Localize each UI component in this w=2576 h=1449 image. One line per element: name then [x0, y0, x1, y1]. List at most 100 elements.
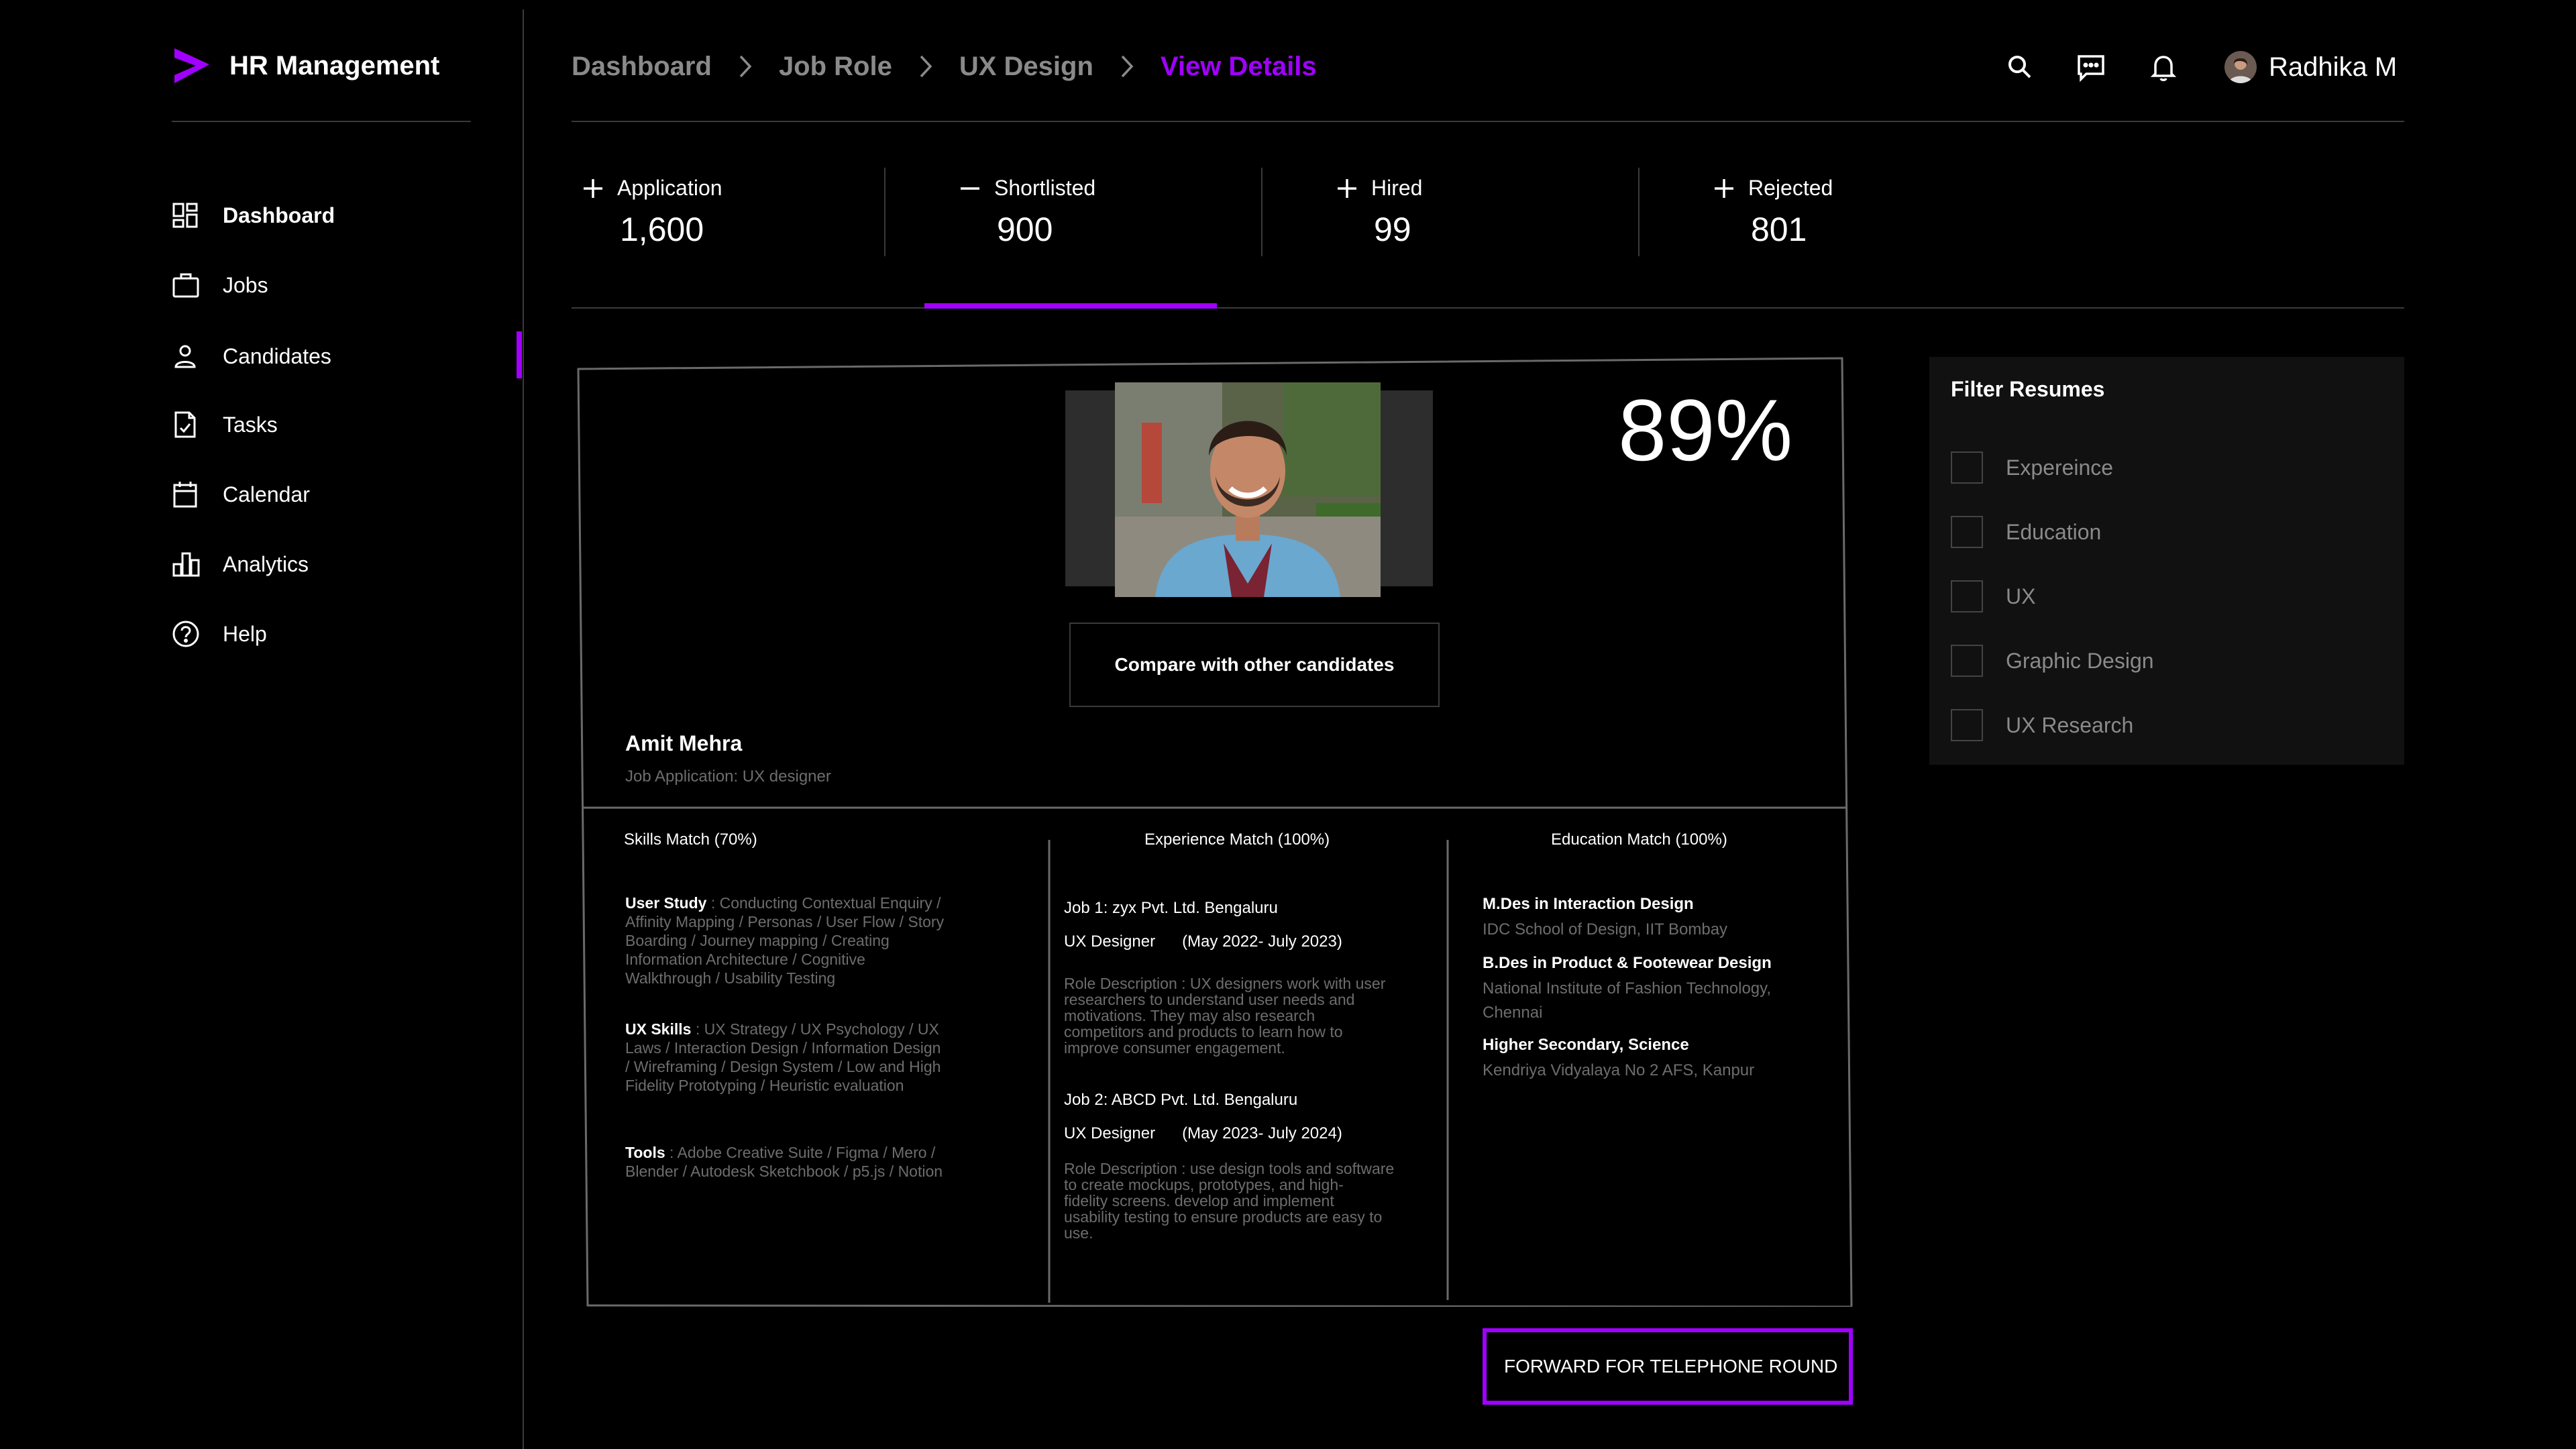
plus-icon [1712, 176, 1736, 201]
skill-group-title: Tools [625, 1144, 665, 1161]
breadcrumb-dashboard[interactable]: Dashboard [572, 52, 712, 82]
briefcase-icon [172, 272, 208, 299]
filter-label: UX Research [2006, 712, 2134, 737]
help-icon [172, 620, 208, 648]
filter-label: Graphic Design [2006, 648, 2154, 673]
job-desc-line: to create mockups, prototypes, and high- [1064, 1176, 1344, 1193]
breadcrumb: Dashboard Job Role UX Design View Detail… [572, 47, 1317, 86]
filter-label: Expereince [2006, 455, 2114, 480]
tab-rejected[interactable]: Rejected 801 [1712, 176, 1833, 256]
education-institution: IDC School of Design, IIT Bombay [1483, 920, 1728, 938]
stat-divider [884, 168, 885, 256]
job-desc-line: improve consumer engagement. [1064, 1039, 1285, 1057]
filter-title: Filter Resumes [1951, 377, 2105, 401]
sidebar-vertical-divider [523, 9, 524, 1449]
stat-label: Hired [1371, 176, 1423, 200]
avatar [2224, 51, 2257, 83]
stat-value: 900 [997, 211, 1053, 248]
breadcrumb-job-role[interactable]: Job Role [779, 52, 892, 82]
skill-line: : UX Strategy / UX Psychology / UX [691, 1020, 939, 1038]
chevron-right-icon [919, 54, 932, 78]
filter-option-graphic-design[interactable]: Graphic Design [1951, 644, 2154, 678]
skill-group-tools: Tools : Adobe Creative Suite / Figma / M… [625, 1143, 1001, 1181]
skill-line: Boarding / Journey mapping / Creating [625, 932, 890, 949]
candidate-job-application: Job Application: UX designer [625, 767, 831, 786]
stat-label: Application [617, 176, 722, 200]
filter-option-experience[interactable]: Expereince [1951, 451, 2113, 484]
header-divider [572, 121, 2404, 122]
stat-value: 1,600 [620, 211, 704, 248]
education-match-heading: Education Match (100%) [1551, 830, 1727, 849]
skill-line: Fidelity Prototyping / Heuristic evaluat… [625, 1077, 904, 1094]
job-desc-line: competitors and products to learn how to [1064, 1023, 1343, 1040]
job-desc-line: motivations. They may also research [1064, 1007, 1316, 1024]
user-profile[interactable]: Radhika M [2224, 48, 2397, 86]
skill-line: Information Architecture / Cognitive [625, 951, 865, 968]
filter-option-ux[interactable]: UX [1951, 580, 2035, 613]
bar-chart-icon [172, 551, 208, 578]
checkbox[interactable] [1951, 580, 1983, 612]
tab-shortlisted[interactable]: Shortlisted 900 [958, 176, 1095, 256]
forward-telephone-round-button[interactable]: FORWARD FOR TELEPHONE ROUND [1483, 1328, 1853, 1405]
skill-line: Blender / Autodesk Sketchbook / p5.js / … [625, 1163, 943, 1180]
app-title: HR Management [229, 51, 440, 80]
calendar-icon [172, 480, 208, 508]
plus-icon [1335, 176, 1359, 201]
dashboard-icon [172, 202, 208, 229]
education-institution: Chennai [1483, 1004, 1543, 1022]
sidebar-item-analytics[interactable]: Analytics [172, 539, 487, 589]
filter-label: Education [2006, 519, 2102, 544]
candidate-photo [1115, 382, 1381, 597]
skill-line: : Adobe Creative Suite / Figma / Mero / [665, 1144, 936, 1161]
job-desc-line: researchers to understand user needs and [1064, 991, 1355, 1008]
sidebar-item-label: Help [223, 621, 267, 646]
filter-option-ux-research[interactable]: UX Research [1951, 708, 2133, 742]
bell-icon[interactable] [2148, 48, 2179, 86]
sidebar-item-label: Calendar [223, 482, 310, 506]
job-desc-line: Role Description : UX designers work wit… [1064, 975, 1386, 992]
user-icon [172, 343, 208, 370]
sidebar-item-help[interactable]: Help [172, 609, 487, 659]
tab-application[interactable]: Application 1,600 [581, 176, 722, 256]
sidebar-divider [172, 121, 471, 122]
job-1-company: Job 1: zyx Pvt. Ltd. Bengaluru [1064, 899, 1278, 917]
sidebar-item-label: Tasks [223, 412, 278, 437]
job-desc-line: use. [1064, 1224, 1093, 1242]
checkbox[interactable] [1951, 451, 1983, 484]
sidebar-item-label: Candidates [223, 343, 331, 368]
checkbox[interactable] [1951, 709, 1983, 741]
breadcrumb-ux-design[interactable]: UX Design [959, 52, 1093, 82]
search-icon[interactable] [2004, 48, 2035, 86]
skill-group-ux-skills: UX Skills : UX Strategy / UX Psychology … [625, 1020, 1001, 1095]
message-icon[interactable] [2076, 48, 2106, 86]
sidebar-item-candidates[interactable]: Candidates [172, 331, 487, 381]
education-degree: M.Des in Interaction Design [1483, 895, 1694, 913]
education-institution: National Institute of Fashion Technology… [1483, 979, 1772, 998]
education-institution: Kendriya Vidyalaya No 2 AFS, Kanpur [1483, 1061, 1755, 1079]
user-name: Radhika M [2269, 52, 2398, 82]
task-file-icon [172, 411, 208, 439]
job-1-description: Role Description : UX designers work wit… [1064, 975, 1440, 1056]
job-1-role: UX Designer (May 2022- July 2023) [1064, 932, 1342, 951]
stat-value: 99 [1374, 211, 1411, 248]
job-desc-line: Role Description : use design tools and … [1064, 1160, 1395, 1177]
checkbox[interactable] [1951, 645, 1983, 677]
brand-logo-icon [172, 46, 212, 86]
skill-line: Laws / Interaction Design / Information … [625, 1039, 941, 1057]
checkbox[interactable] [1951, 516, 1983, 548]
job-2-role: UX Designer (May 2023- July 2024) [1064, 1124, 1342, 1142]
skill-group-user-study: User Study : Conducting Contextual Enqui… [625, 894, 1001, 987]
sidebar-item-tasks[interactable]: Tasks [172, 400, 487, 449]
tab-hired[interactable]: Hired 99 [1335, 176, 1422, 256]
filter-option-education[interactable]: Education [1951, 515, 2101, 549]
skill-group-title: User Study [625, 894, 707, 912]
sidebar-item-dashboard[interactable]: Dashboard [172, 191, 487, 240]
sidebar-item-calendar[interactable]: Calendar [172, 470, 487, 519]
education-degree: B.Des in Product & Footewear Design [1483, 954, 1772, 972]
stat-value: 801 [1751, 211, 1807, 248]
compare-candidates-button[interactable]: Compare with other candidates [1069, 623, 1440, 707]
sidebar-item-jobs[interactable]: Jobs [172, 260, 487, 310]
skill-line: Affinity Mapping / Personas / User Flow … [625, 913, 945, 930]
stat-divider [1261, 168, 1263, 256]
active-tab-underline [924, 303, 1217, 309]
